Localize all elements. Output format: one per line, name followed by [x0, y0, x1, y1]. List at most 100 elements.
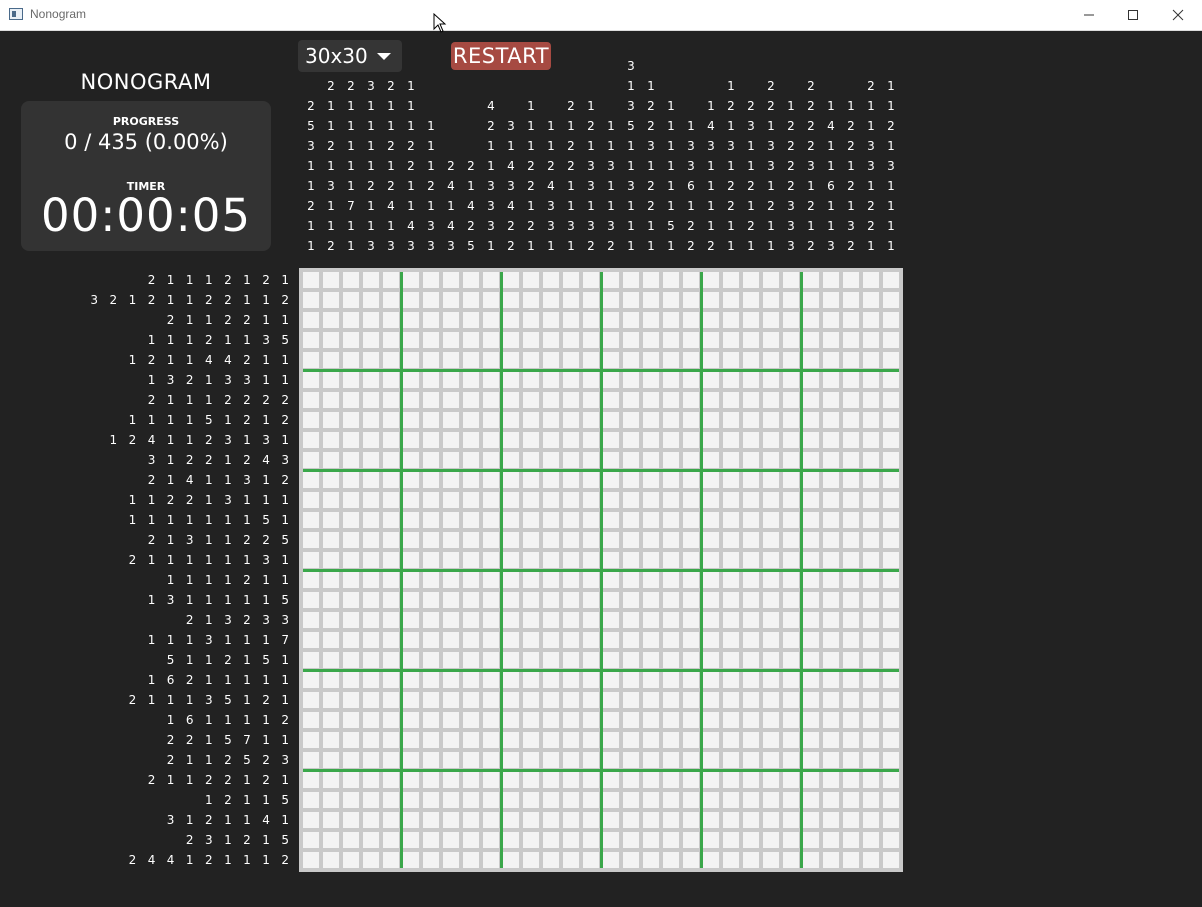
- board-cell[interactable]: [663, 472, 679, 488]
- board-cell[interactable]: [663, 312, 679, 328]
- board-cell[interactable]: [603, 612, 619, 628]
- board-cell[interactable]: [383, 392, 399, 408]
- board-cell[interactable]: [763, 692, 779, 708]
- board-cell[interactable]: [863, 412, 879, 428]
- board-cell[interactable]: [603, 832, 619, 848]
- board-cell[interactable]: [583, 532, 599, 548]
- board-cell[interactable]: [423, 272, 439, 288]
- board-cell[interactable]: [583, 732, 599, 748]
- board-cell[interactable]: [743, 832, 759, 848]
- board-cell[interactable]: [383, 512, 399, 528]
- board-cell[interactable]: [623, 412, 639, 428]
- board-cell[interactable]: [863, 652, 879, 668]
- board-cell[interactable]: [363, 392, 379, 408]
- board-cell[interactable]: [343, 332, 359, 348]
- board-cell[interactable]: [383, 472, 399, 488]
- board-cell[interactable]: [523, 572, 539, 588]
- board-cell[interactable]: [643, 652, 659, 668]
- board-cell[interactable]: [603, 732, 619, 748]
- board-cell[interactable]: [423, 432, 439, 448]
- board-cell[interactable]: [583, 792, 599, 808]
- board-cell[interactable]: [863, 452, 879, 468]
- board-cell[interactable]: [363, 852, 379, 868]
- board-cell[interactable]: [723, 832, 739, 848]
- board-cell[interactable]: [343, 432, 359, 448]
- board-cell[interactable]: [783, 352, 799, 368]
- board-cell[interactable]: [343, 592, 359, 608]
- board-cell[interactable]: [723, 532, 739, 548]
- board-cell[interactable]: [343, 352, 359, 368]
- board-cell[interactable]: [723, 572, 739, 588]
- board-cell[interactable]: [783, 752, 799, 768]
- board-cell[interactable]: [863, 392, 879, 408]
- board-cell[interactable]: [343, 752, 359, 768]
- board-cell[interactable]: [843, 312, 859, 328]
- board-cell[interactable]: [803, 472, 819, 488]
- board-cell[interactable]: [403, 492, 419, 508]
- board-cell[interactable]: [503, 292, 519, 308]
- board-cell[interactable]: [523, 332, 539, 348]
- board-cell[interactable]: [843, 692, 859, 708]
- board-cell[interactable]: [463, 812, 479, 828]
- board-cell[interactable]: [663, 692, 679, 708]
- board-cell[interactable]: [843, 832, 859, 848]
- board-cell[interactable]: [343, 312, 359, 328]
- board-cell[interactable]: [343, 652, 359, 668]
- board-cell[interactable]: [443, 812, 459, 828]
- board-cell[interactable]: [763, 652, 779, 668]
- board-cell[interactable]: [483, 592, 499, 608]
- board-cell[interactable]: [563, 672, 579, 688]
- board-cell[interactable]: [623, 652, 639, 668]
- board-cell[interactable]: [763, 812, 779, 828]
- board-cell[interactable]: [303, 852, 319, 868]
- board-cell[interactable]: [403, 572, 419, 588]
- board-cell[interactable]: [523, 712, 539, 728]
- board-cell[interactable]: [663, 532, 679, 548]
- board-cell[interactable]: [783, 632, 799, 648]
- board-cell[interactable]: [603, 412, 619, 428]
- maximize-button[interactable]: [1110, 0, 1156, 30]
- board-cell[interactable]: [703, 312, 719, 328]
- board-cell[interactable]: [543, 712, 559, 728]
- board-cell[interactable]: [863, 612, 879, 628]
- board-cell[interactable]: [883, 852, 899, 868]
- board-cell[interactable]: [543, 532, 559, 548]
- board-cell[interactable]: [423, 632, 439, 648]
- board-cell[interactable]: [483, 652, 499, 668]
- board-cell[interactable]: [523, 552, 539, 568]
- board-cell[interactable]: [803, 292, 819, 308]
- board-cell[interactable]: [663, 592, 679, 608]
- board-cell[interactable]: [683, 812, 699, 828]
- board-cell[interactable]: [803, 452, 819, 468]
- board-cell[interactable]: [583, 472, 599, 488]
- board-cell[interactable]: [763, 572, 779, 588]
- board-cell[interactable]: [723, 452, 739, 468]
- board-cell[interactable]: [463, 732, 479, 748]
- board-cell[interactable]: [863, 752, 879, 768]
- board-cell[interactable]: [403, 412, 419, 428]
- board-cell[interactable]: [883, 332, 899, 348]
- board-cell[interactable]: [843, 772, 859, 788]
- board-cell[interactable]: [623, 512, 639, 528]
- board-cell[interactable]: [383, 352, 399, 368]
- board-cell[interactable]: [343, 792, 359, 808]
- board-cell[interactable]: [623, 572, 639, 588]
- board-cell[interactable]: [363, 312, 379, 328]
- board-cell[interactable]: [823, 732, 839, 748]
- board-cell[interactable]: [663, 572, 679, 588]
- board-cell[interactable]: [643, 792, 659, 808]
- board-cell[interactable]: [523, 692, 539, 708]
- board-cell[interactable]: [723, 672, 739, 688]
- board-cell[interactable]: [783, 492, 799, 508]
- board-cell[interactable]: [723, 692, 739, 708]
- board-cell[interactable]: [303, 472, 319, 488]
- board-cell[interactable]: [663, 272, 679, 288]
- board-cell[interactable]: [743, 512, 759, 528]
- board-cell[interactable]: [703, 812, 719, 828]
- board-cell[interactable]: [343, 852, 359, 868]
- board-cell[interactable]: [363, 552, 379, 568]
- board-cell[interactable]: [483, 732, 499, 748]
- board-cell[interactable]: [583, 572, 599, 588]
- board-cell[interactable]: [743, 332, 759, 348]
- board-cell[interactable]: [403, 472, 419, 488]
